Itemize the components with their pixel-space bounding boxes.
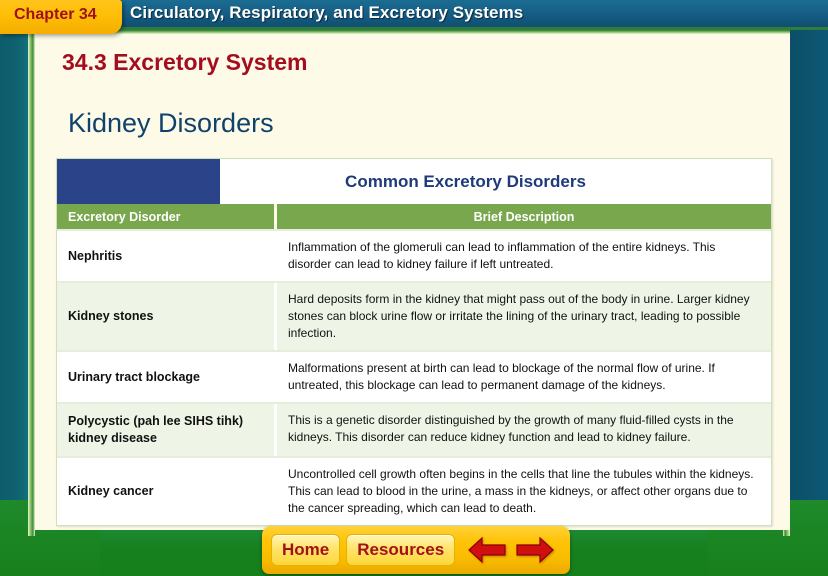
course-title: Circulatory, Respiratory, and Excretory … [130, 3, 524, 22]
table-row: Kidney stones Hard deposits form in the … [57, 281, 771, 351]
cell-description: Inflammation of the glomeruli can lead t… [277, 231, 771, 282]
table-row: Polycystic (pah lee SIHS tihk) kidney di… [57, 402, 771, 456]
resources-button[interactable]: Resources [346, 534, 456, 566]
cell-disorder: Urinary tract blockage [57, 352, 274, 403]
column-header-description: Brief Description [277, 204, 771, 229]
column-header-disorder: Excretory Disorder [57, 204, 274, 229]
cell-description: Malformations present at birth can lead … [277, 352, 771, 403]
table-caption-bar: Common Excretory Disorders [57, 159, 771, 204]
bottom-navigation-bar: Home Resources [262, 526, 570, 574]
table-row: Urinary tract blockage Malformations pre… [57, 350, 771, 403]
cell-disorder: Kidney stones [57, 283, 274, 351]
slide-canvas: 34.3 Excretory System Kidney Disorders C… [0, 0, 828, 576]
table-row: Nephritis Inflammation of the glomeruli … [57, 229, 771, 282]
chapter-tab-label: Chapter 34 [14, 6, 97, 23]
page-title: Kidney Disorders [68, 108, 274, 138]
frame-right-edge [790, 28, 828, 536]
table-row: Kidney cancer Uncontrolled cell growth o… [57, 455, 771, 526]
cell-description: Uncontrolled cell growth often begins in… [277, 457, 771, 526]
table-caption-swatch [57, 159, 220, 204]
cell-disorder: Polycystic (pah lee SIHS tihk) kidney di… [57, 404, 274, 456]
excretory-disorders-table: Common Excretory Disorders Excretory Dis… [56, 158, 772, 527]
arrow-left-icon[interactable] [467, 536, 507, 564]
course-title-bar: Circulatory, Respiratory, and Excretory … [112, 0, 828, 30]
table-caption-title: Common Excretory Disorders [345, 171, 586, 191]
cell-description: Hard deposits form in the kidney that mi… [277, 283, 771, 351]
cell-description: This is a genetic disorder distinguished… [277, 404, 771, 456]
cell-disorder: Nephritis [57, 231, 274, 282]
slide-content-area: 34.3 Excretory System Kidney Disorders C… [35, 34, 790, 530]
table-header-row: Excretory Disorder Brief Description [57, 204, 771, 229]
frame-rule-left [28, 28, 35, 536]
cell-disorder: Kidney cancer [57, 457, 274, 526]
arrow-right-icon[interactable] [515, 536, 555, 564]
home-button[interactable]: Home [271, 534, 341, 566]
section-title: 34.3 Excretory System [62, 49, 308, 75]
chapter-tab[interactable]: Chapter 34 [0, 0, 122, 34]
nav-arrow-group [467, 536, 555, 564]
frame-left-edge [0, 28, 28, 536]
